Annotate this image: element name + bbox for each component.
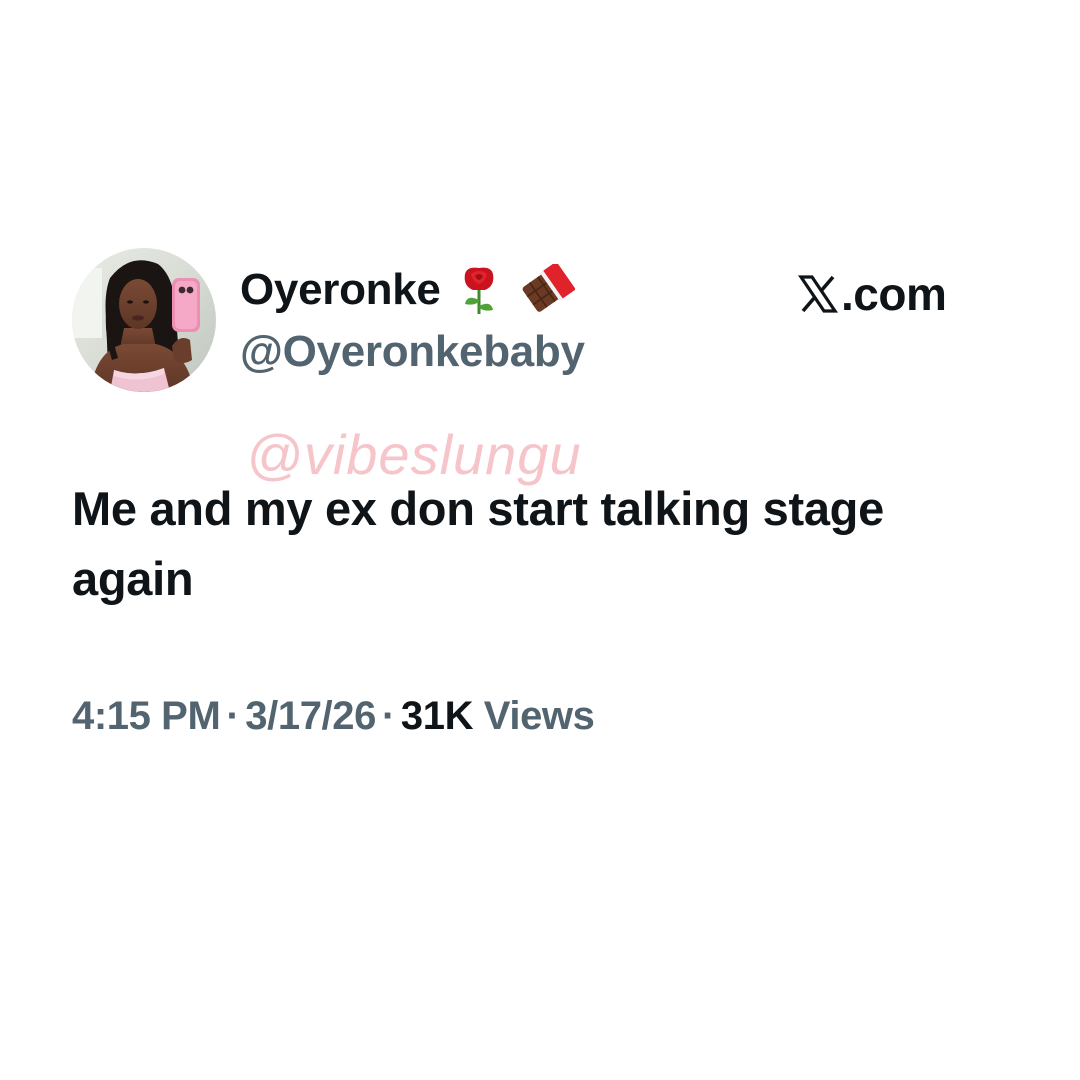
tweet-meta: 4:15 PM · 3/17/26 · 31K Views [72, 688, 595, 744]
chocolate-bar-emoji [517, 264, 575, 316]
x-logo-icon [798, 275, 838, 313]
display-name: Oyeronke [240, 265, 441, 314]
profile-photo [72, 248, 216, 392]
meta-separator: · [381, 694, 395, 738]
views-count[interactable]: 31K [401, 694, 474, 738]
meta-separator: · [226, 694, 240, 738]
avatar[interactable] [72, 248, 216, 392]
views-label: Views [483, 694, 595, 738]
tweet-date[interactable]: 3/17/26 [245, 694, 376, 738]
brand-label: .com [798, 266, 947, 322]
tweet-text: Me and my ex don start talking stage aga… [72, 482, 884, 605]
tweet-time[interactable]: 4:15 PM [72, 694, 221, 738]
handle[interactable]: @Oyeronkebaby [240, 324, 585, 380]
brand-text: .com [841, 268, 947, 320]
display-name-row[interactable]: Oyeronke [240, 262, 575, 318]
rose-emoji [455, 264, 503, 316]
